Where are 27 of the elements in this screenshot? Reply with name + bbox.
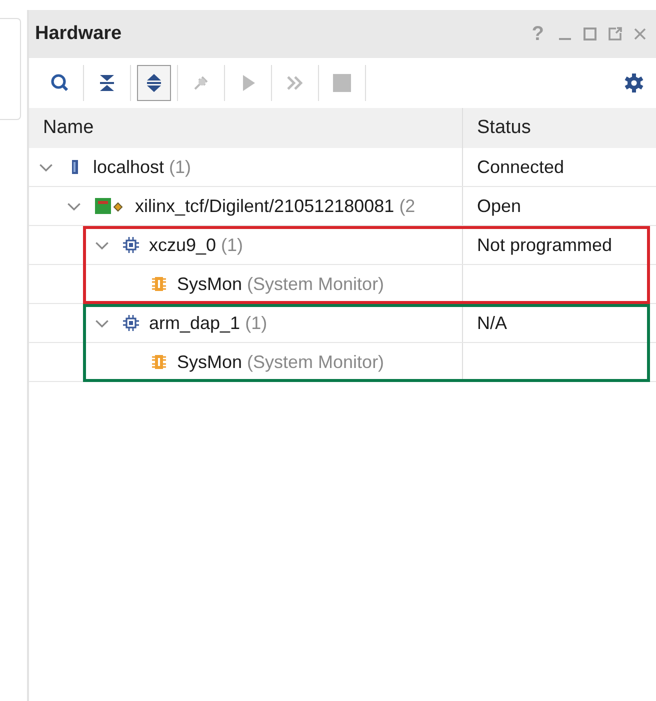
column-header[interactable]: Name [29, 108, 463, 148]
float-icon[interactable] [607, 26, 623, 42]
monitor-icon [151, 276, 167, 292]
maximize-icon[interactable] [582, 26, 598, 42]
stop-icon [332, 73, 352, 93]
tree-item[interactable]: SysMon (System Monitor) [177, 274, 384, 294]
collapse-all-icon [97, 73, 117, 93]
chip-icon [123, 237, 139, 253]
tree-item[interactable]: localhost (1) [93, 156, 192, 178]
expand-all-icon [144, 73, 164, 93]
status-text: N/A [477, 312, 508, 334]
tree-item[interactable]: arm_dap_1 (1) [149, 312, 268, 334]
tree-item[interactable]: SysMon (System Monitor) [177, 352, 384, 372]
tree-item[interactable]: xczu9_0 (1) [149, 234, 244, 256]
tree-item[interactable]: xilinx_tcf/Digilent/210512180081 (2 [135, 196, 416, 216]
settings-icon[interactable] [624, 73, 644, 93]
status-text: Not programmed [477, 234, 612, 256]
monitor-icon [151, 354, 167, 370]
status-text: Connected [477, 156, 564, 178]
chip-icon [123, 315, 139, 331]
column-header[interactable]: Status [463, 108, 656, 148]
panel-title: Hardware [35, 23, 122, 45]
status-text: Open [477, 196, 522, 216]
expand-button[interactable] [137, 65, 171, 101]
board-icon [95, 198, 125, 214]
search-icon [50, 73, 70, 93]
close-icon[interactable] [632, 26, 648, 42]
